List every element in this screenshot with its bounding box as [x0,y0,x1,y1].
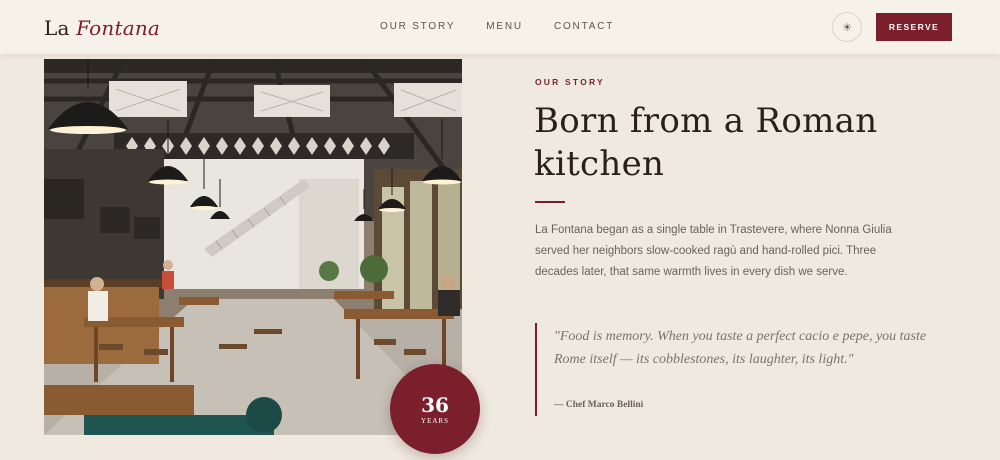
restaurant-interior-photo [44,59,462,435]
section-eyebrow: OUR STORY [535,77,605,87]
years-badge: 36 YEARS [390,364,480,454]
nav-links: OUR STORY MENU CONTACT [380,21,645,32]
story-paragraph: La Fontana began as a single table in Tr… [535,224,892,278]
brand-name-plain: La [44,16,70,40]
page: La Fontana OUR STORY MENU CONTACT ☀ RESE… [0,0,1000,460]
top-nav: La Fontana OUR STORY MENU CONTACT ☀ RESE… [0,0,1000,54]
reserve-button[interactable]: RESERVE [876,13,952,41]
nav-link-contact[interactable]: CONTACT [554,21,614,32]
sun-icon: ☀ [842,21,852,34]
nav-link-our-story[interactable]: OUR STORY [380,21,455,32]
brand-name-accent: Fontana [76,16,161,40]
quote-attribution: — Chef Marco Bellini [554,400,644,410]
chef-quote: "Food is memory. When you taste a perfec… [535,323,955,416]
section-headline: Born from a Roman kitchen [534,101,878,184]
years-label: YEARS [421,416,449,425]
restaurant-interior-illustration [44,59,462,435]
quote-text: "Food is memory. When you taste a perfec… [554,329,927,367]
nav-link-menu[interactable]: MENU [486,21,523,32]
years-number: 36 [421,392,449,417]
theme-toggle-button[interactable]: ☀ [832,12,862,42]
headline-divider [535,201,565,203]
brand-logo[interactable]: La Fontana [44,16,160,40]
